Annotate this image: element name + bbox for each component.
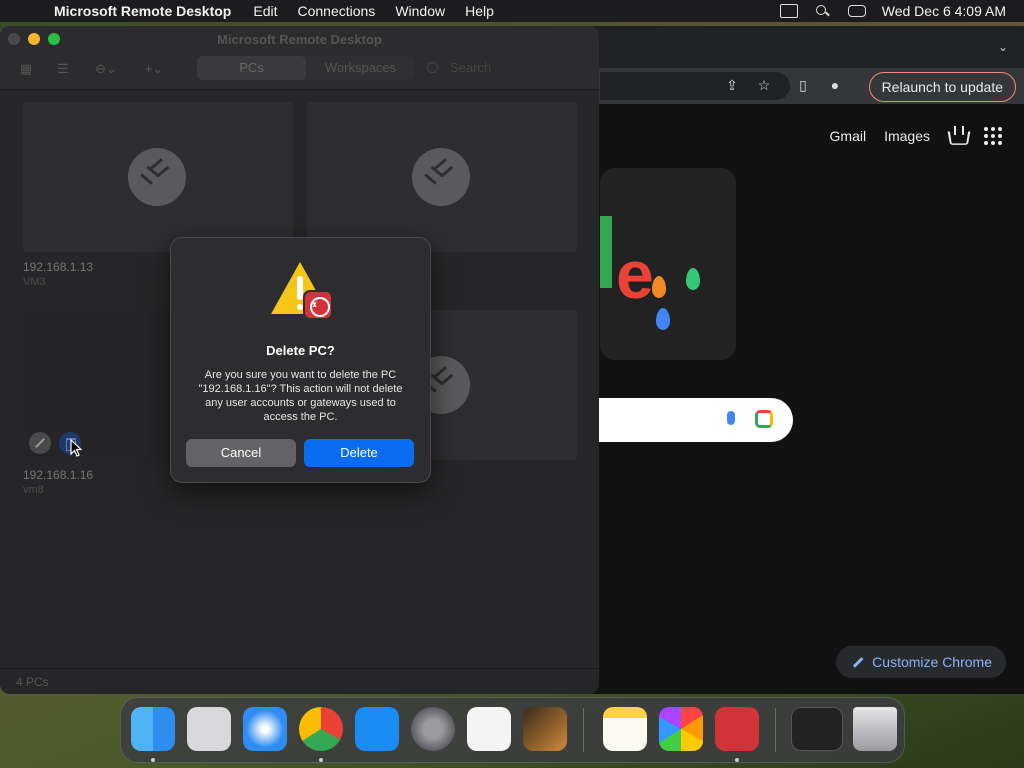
remote-desktop-logo-icon (412, 148, 470, 206)
chrome-toolbar: ⇪ ☆ ▯ ● Relaunch to update (560, 68, 1024, 104)
menu-help[interactable]: Help (465, 3, 494, 19)
dialog-title: Delete PC? (266, 343, 335, 358)
cancel-button[interactable]: Cancel (186, 439, 296, 467)
garageband-icon[interactable] (523, 707, 567, 751)
view-segmented-control: PCs Workspaces (197, 56, 415, 80)
chrome-tab-bar: ⌄ (560, 26, 1024, 68)
delete-button[interactable]: Delete (304, 439, 414, 467)
side-panel-icon[interactable]: ▯ (794, 76, 812, 94)
images-link[interactable]: Images (884, 128, 930, 144)
tab-pcs[interactable]: PCs (197, 56, 306, 80)
pc-thumbnail[interactable] (307, 102, 577, 252)
notes-icon[interactable] (603, 707, 647, 751)
system-settings-icon[interactable] (411, 707, 455, 751)
tab-search-chevron-icon[interactable]: ⌄ (998, 40, 1008, 54)
photos-icon[interactable] (659, 707, 703, 751)
google-homepage: Gmail Images e t Customize Chrome (560, 104, 1024, 694)
window-preview-icon[interactable] (791, 707, 843, 751)
menu-app-name[interactable]: Microsoft Remote Desktop (54, 3, 231, 19)
warning-icon (271, 262, 333, 322)
menu-window[interactable]: Window (395, 3, 445, 19)
add-icon[interactable]: +⌄ (140, 62, 168, 76)
rd-status-bar: 4 PCs (0, 668, 599, 694)
rd-title-bar: Microsoft Remote Desktop ▦ ☰ ⊖⌄ +⌄ PCs W… (0, 26, 599, 90)
pencil-icon (853, 656, 864, 668)
chrome-window: ⌄ ⇪ ☆ ▯ ● Relaunch to update Gmail Image… (560, 26, 1024, 694)
delete-pc-dialog: Delete PC? Are you sure you want to dele… (170, 237, 431, 483)
textedit-icon[interactable] (467, 707, 511, 751)
gmail-link[interactable]: Gmail (830, 128, 867, 144)
mouse-cursor-icon (70, 439, 82, 457)
remote-desktop-icon[interactable] (715, 707, 759, 751)
screen-mirroring-icon[interactable] (779, 4, 798, 18)
finder-icon[interactable] (131, 707, 175, 751)
trash-icon[interactable] (853, 707, 897, 751)
control-center-icon[interactable] (847, 5, 866, 17)
menu-connections[interactable]: Connections (297, 3, 375, 19)
tab-workspaces[interactable]: Workspaces (306, 56, 415, 80)
relaunch-to-update-button[interactable]: Relaunch to update (868, 72, 1016, 102)
list-view-icon[interactable]: ☰ (55, 62, 71, 76)
customize-chrome-label: Customize Chrome (872, 654, 992, 670)
menu-bar: Microsoft Remote Desktop Edit Connection… (0, 0, 1024, 22)
profile-icon[interactable]: ● (826, 76, 844, 94)
pc-count: 4 PCs (16, 675, 49, 689)
rd-toolbar: ▦ ☰ ⊖⌄ +⌄ PCs Workspaces Search (0, 56, 599, 84)
launchpad-icon[interactable] (187, 707, 231, 751)
customize-chrome-button[interactable]: Customize Chrome (836, 646, 1006, 678)
bookmark-star-icon[interactable]: ☆ (755, 76, 773, 94)
pc-thumbnail[interactable] (23, 102, 293, 252)
edit-pc-button[interactable] (29, 432, 51, 454)
labs-flask-icon[interactable] (948, 126, 966, 146)
dialog-message: Are you sure you want to delete the PC "… (198, 369, 403, 423)
dock (120, 697, 905, 763)
menu-clock[interactable]: Wed Dec 6 4:09 AM (882, 3, 1006, 19)
pc-username: vm8 (23, 484, 44, 496)
safari-icon[interactable] (243, 707, 287, 751)
spotlight-search-icon[interactable] (814, 4, 832, 18)
menu-edit[interactable]: Edit (253, 3, 277, 19)
rd-window-title: Microsoft Remote Desktop (217, 32, 382, 47)
grid-view-icon[interactable]: ▦ (18, 62, 34, 76)
voice-search-icon[interactable] (727, 411, 735, 425)
google-lens-icon[interactable] (755, 410, 773, 428)
remote-desktop-badge-icon (303, 290, 333, 320)
more-options-icon[interactable]: ⊖⌄ (92, 62, 120, 76)
chrome-icon[interactable] (299, 707, 343, 751)
share-icon[interactable]: ⇪ (723, 76, 741, 94)
remote-desktop-logo-icon (128, 148, 186, 206)
google-apps-icon[interactable] (984, 127, 1002, 145)
google-doodle[interactable]: e (600, 168, 736, 360)
google-header-links: Gmail Images (830, 126, 1002, 146)
app-store-icon[interactable] (355, 707, 399, 751)
rd-search-field[interactable]: Search (418, 56, 588, 80)
